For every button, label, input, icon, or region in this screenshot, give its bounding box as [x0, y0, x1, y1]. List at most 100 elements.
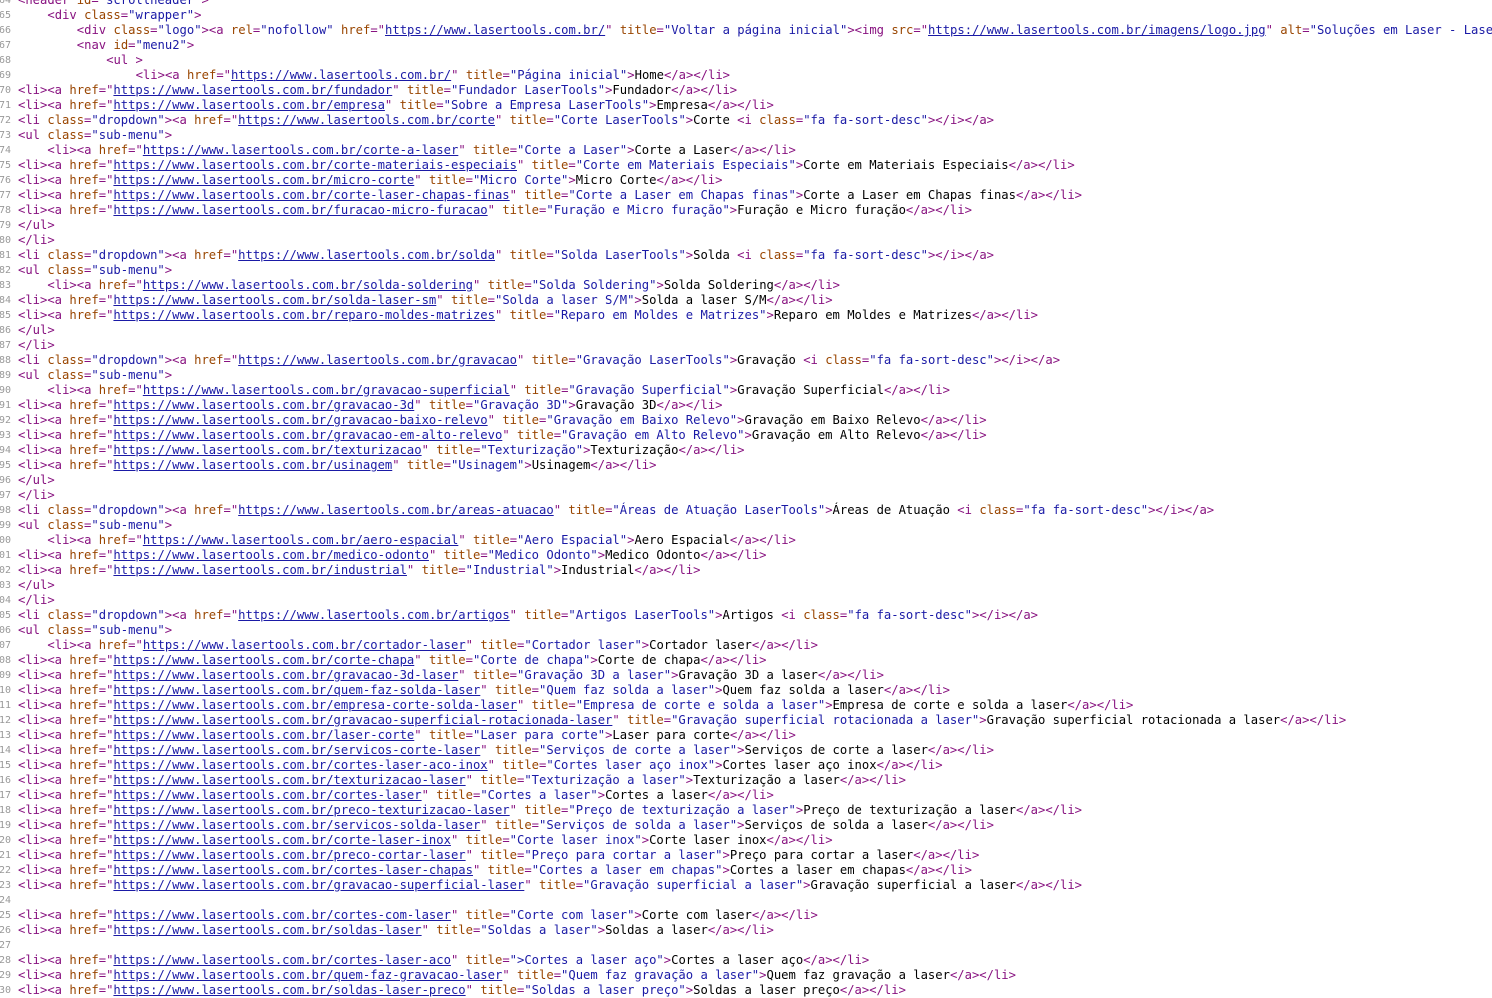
markup-token: </a></li> — [700, 653, 767, 667]
line-number: 121 — [0, 850, 11, 861]
attribute-name: title — [531, 698, 569, 712]
markup-token: <li><a — [18, 413, 70, 427]
source-link[interactable]: https://www.lasertools.com.br/micro-cort… — [113, 173, 414, 187]
source-link[interactable]: https://www.lasertools.com.br/areas-atua… — [238, 503, 554, 517]
source-link[interactable]: https://www.lasertools.com.br/cortes-com… — [113, 908, 451, 922]
source-link[interactable]: https://www.lasertools.com.br/soldas-las… — [113, 983, 465, 997]
line-number: 79 — [0, 220, 11, 231]
source-link[interactable]: https://www.lasertools.com.br/laser-cort… — [113, 728, 414, 742]
source-link[interactable]: https://www.lasertools.com.br/cortes-las… — [113, 758, 487, 772]
source-link[interactable]: https://www.lasertools.com.br/corte-chap… — [113, 653, 414, 667]
markup-token: ></i></a> — [1148, 503, 1215, 517]
attribute-value: "Quem faz solda a laser" — [539, 683, 716, 697]
source-link[interactable]: https://www.lasertools.com.br/corte-lase… — [113, 833, 451, 847]
attribute-name: rel — [230, 23, 253, 37]
source-line: 122<li><a href="https://www.lasertools.c… — [0, 863, 1492, 878]
markup-token: =" — [98, 548, 114, 562]
source-link[interactable]: https://www.lasertools.com.br/empresa-co… — [113, 698, 517, 712]
markup-token: </a></li> — [971, 308, 1039, 322]
source-link[interactable]: https://www.lasertools.com.br/gravacao-b… — [113, 413, 487, 427]
source-link[interactable]: https://www.lasertools.com.br/furacao-mi… — [113, 203, 487, 217]
source-link[interactable]: https://www.lasertools.com.br/imagens/lo… — [928, 23, 1266, 37]
source-link[interactable]: https://www.lasertools.com.br/industrial — [113, 563, 407, 577]
source-link[interactable]: https://www.lasertools.com.br/solda — [238, 248, 495, 262]
source-link[interactable]: https://www.lasertools.com.br/gravacao-3… — [113, 668, 458, 682]
source-link[interactable]: https://www.lasertools.com.br/corte-lase… — [113, 188, 509, 202]
source-link[interactable]: https://www.lasertools.com.br/quem-faz-g… — [113, 968, 502, 982]
markup-token: </a></li> — [1015, 878, 1083, 892]
source-link[interactable]: https://www.lasertools.com.br/corte — [238, 113, 495, 127]
source-link[interactable]: https://www.lasertools.com.br/texturizac… — [113, 443, 421, 457]
line-number: 77 — [0, 190, 11, 201]
line-code: <li class = "dropdown"><a href="https://ww… — [18, 248, 994, 263]
line-code: <li><a href="https://www.lasertools.com.… — [18, 638, 818, 653]
markup-token: > — [568, 398, 576, 412]
source-link[interactable]: https://www.lasertools.com.br/gravacao-s… — [113, 878, 524, 892]
source-line: 102<li><a href="https://www.lasertools.c… — [0, 563, 1492, 578]
source-link[interactable]: https://www.lasertools.com.br/gravacao-e… — [113, 428, 502, 442]
attribute-name: class — [47, 128, 85, 142]
source-link[interactable]: https://www.lasertools.com.br/medico-odo… — [113, 548, 429, 562]
source-link[interactable]: https://www.lasertools.com.br/gravacao-3… — [113, 398, 414, 412]
source-link[interactable]: https://www.lasertools.com.br/usinagem — [113, 458, 392, 472]
source-link[interactable]: https://www.lasertools.com.br/artigos — [238, 608, 510, 622]
source-line: 129<li><a href="https://www.lasertools.c… — [0, 968, 1492, 983]
line-code: <li><a href="https://www.lasertools.com.… — [18, 833, 833, 848]
line-code: <ul > — [18, 53, 143, 68]
attribute-name: title — [473, 533, 510, 547]
attribute-name: href — [69, 773, 99, 787]
line-number: 106 — [0, 625, 11, 636]
source-link[interactable]: https://www.lasertools.com.br/gravacao-s… — [113, 713, 612, 727]
attribute-name: title — [487, 863, 525, 877]
markup-token: =" — [98, 848, 114, 862]
line-number: 108 — [0, 655, 11, 666]
source-link[interactable]: https://www.lasertools.com.br/cortes-las… — [113, 863, 473, 877]
source-link[interactable]: https://www.lasertools.com.br/reparo-mol… — [113, 308, 495, 322]
source-link[interactable]: https://www.lasertools.com.br/aero-espac… — [143, 533, 459, 547]
source-link[interactable]: https://www.lasertools.com.br/cortador-l… — [143, 638, 466, 652]
markup-token: " — [473, 278, 488, 292]
source-link[interactable]: https://www.lasertools.com.br/servicos-c… — [113, 743, 480, 757]
source-link[interactable]: https://www.lasertools.com.br/preco-cort… — [113, 848, 465, 862]
markup-token: " — [458, 143, 474, 157]
source-link[interactable]: https://www.lasertools.com.br/ — [231, 68, 451, 82]
attribute-name: class — [113, 23, 151, 37]
attribute-value: ">Cortes a laser aço" — [509, 953, 664, 967]
line-code: <li><a href="https://www.lasertools.com.… — [18, 383, 950, 398]
source-link[interactable]: https://www.lasertools.com.br/preco-text… — [113, 803, 509, 817]
source-link[interactable]: https://www.lasertools.com.br/solda-lase… — [113, 293, 436, 307]
source-link[interactable]: https://www.lasertools.com.br/quem-faz-s… — [113, 683, 480, 697]
source-link[interactable]: https://www.lasertools.com.br/cortes-las… — [113, 788, 421, 802]
markup-token: <li><a — [18, 398, 70, 412]
source-link[interactable]: https://www.lasertools.com.br/fundador — [113, 83, 392, 97]
attribute-name: href — [69, 293, 99, 307]
source-link[interactable]: https://www.lasertools.com.br/corte-mate… — [113, 158, 517, 172]
attribute-name: href — [194, 353, 224, 367]
source-link[interactable]: https://www.lasertools.com.br/cortes-las… — [113, 953, 451, 967]
source-link[interactable]: https://www.lasertools.com.br/soldas-las… — [113, 923, 421, 937]
source-line: 72 <li class = "dropdown"><a href="https://… — [0, 113, 1492, 128]
markup-token: </a></li> — [905, 203, 972, 217]
source-line: 108<li><a href="https://www.lasertools.c… — [0, 653, 1492, 668]
attribute-name: title — [473, 143, 510, 157]
source-link[interactable]: https://www.lasertools.com.br/servicos-s… — [113, 818, 480, 832]
source-link[interactable]: https://www.lasertools.com.br/gravacao — [238, 353, 517, 367]
source-line: 115 <li><a href="https://www.lasertools.c… — [0, 758, 1492, 773]
markup-token: <li><a — [18, 293, 70, 307]
attribute-value: "Cortador laser" — [524, 638, 642, 652]
source-line: 118 <li><a href="https://www.lasertools.c… — [0, 803, 1492, 818]
source-link[interactable]: https://www.lasertools.com.br/solda-sold… — [143, 278, 473, 292]
text-content: Cortador laser — [649, 638, 752, 652]
attribute-name: class — [979, 503, 1016, 517]
source-line: 83 <li><a href="https://www.lasertools.co… — [0, 278, 1492, 293]
attribute-name: title — [480, 983, 517, 997]
text-content: Empresa — [656, 98, 708, 112]
source-link[interactable]: https://www.lasertools.com.br/texturizac… — [113, 773, 465, 787]
source-link[interactable]: https://www.lasertools.com.br/empresa — [113, 98, 385, 112]
line-code: <li><a href="https://www.lasertools.com.… — [18, 923, 774, 938]
source-link[interactable]: https://www.lasertools.com.br/corte-a-la… — [143, 143, 459, 157]
markup-token: </a></li> — [927, 743, 994, 757]
line-number: 110 — [0, 685, 11, 696]
source-link[interactable]: https://www.lasertools.com.br/ — [385, 23, 605, 37]
source-link[interactable]: https://www.lasertools.com.br/gravacao-s… — [143, 383, 510, 397]
